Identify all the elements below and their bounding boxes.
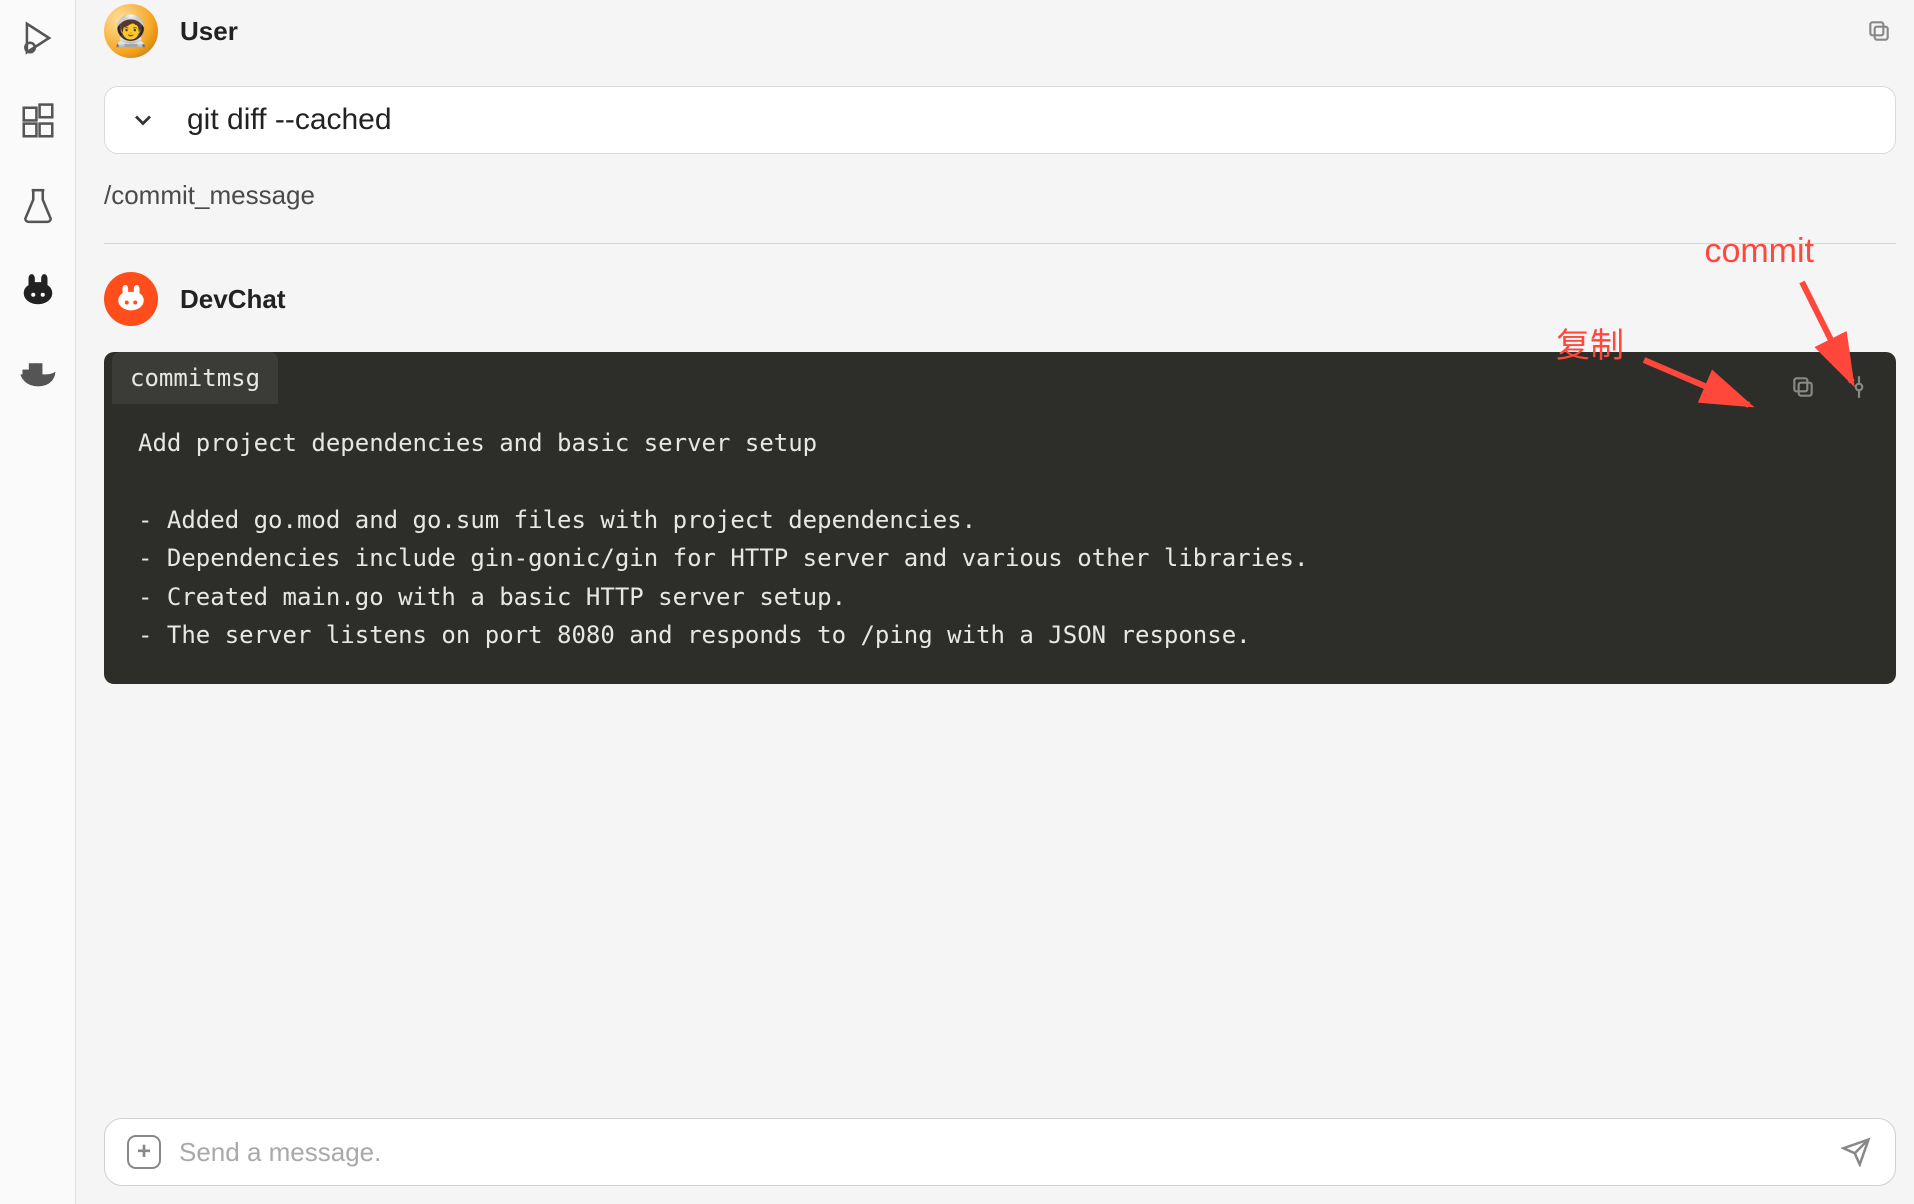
bot-name: DevChat: [180, 284, 285, 315]
copy-message-icon[interactable]: [1862, 14, 1896, 48]
extensions-icon[interactable]: [18, 102, 58, 142]
copy-code-icon[interactable]: [1786, 370, 1820, 404]
devchat-rabbit-icon[interactable]: [18, 270, 58, 310]
chevron-down-icon[interactable]: [129, 106, 157, 134]
user-message-header: 🧑‍🚀 User: [104, 4, 1896, 58]
message-divider: [104, 243, 1896, 244]
send-button[interactable]: [1839, 1135, 1873, 1169]
code-content[interactable]: Add project dependencies and basic serve…: [104, 404, 1896, 654]
slash-command-text: /commit_message: [104, 180, 1896, 211]
beaker-icon[interactable]: [18, 186, 58, 226]
docker-icon[interactable]: [18, 354, 58, 394]
user-name: User: [180, 16, 238, 47]
chat-input-row: +: [104, 1118, 1896, 1186]
command-preview-text: git diff --cached: [187, 103, 392, 137]
chat-thread: 🧑‍🚀 User git diff --cached /commit_messa…: [104, 0, 1896, 1090]
command-preview-box[interactable]: git diff --cached: [104, 86, 1896, 154]
bot-message-header: DevChat: [104, 272, 1896, 326]
activity-bar: [0, 0, 76, 1204]
chat-panel: 🧑‍🚀 User git diff --cached /commit_messa…: [76, 0, 1914, 1204]
commit-code-icon[interactable]: [1842, 370, 1876, 404]
debug-icon[interactable]: [18, 18, 58, 58]
bot-avatar: [104, 272, 158, 326]
code-block: commitmsg Add project dependencies and b…: [104, 352, 1896, 684]
chat-input[interactable]: [179, 1137, 1821, 1168]
code-language-tab: commitmsg: [112, 352, 278, 404]
user-avatar: 🧑‍🚀: [104, 4, 158, 58]
add-attachment-button[interactable]: +: [127, 1135, 161, 1169]
